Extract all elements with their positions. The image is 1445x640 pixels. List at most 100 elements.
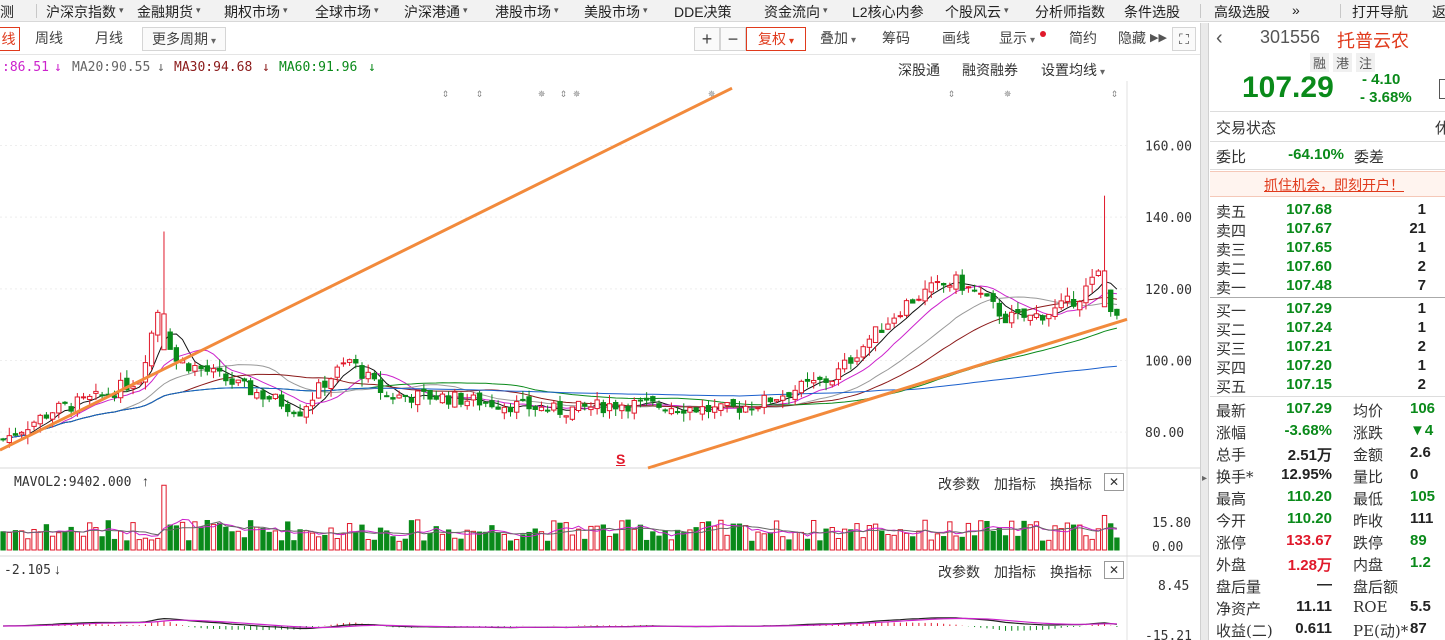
ind-add-indicator-button[interactable]: 加指标	[994, 562, 1036, 582]
chart-toggle-icon[interactable]	[1439, 79, 1445, 99]
ind-close-icon[interactable]: ✕	[1104, 561, 1124, 579]
asks-price[interactable]: 107.60	[1270, 258, 1332, 275]
candle-body	[786, 392, 792, 398]
stat-label: ROE	[1353, 598, 1388, 616]
event-marker-icon[interactable]: ⇕	[560, 86, 567, 100]
nav-item-6[interactable]: 港股市场	[495, 2, 551, 21]
bids-price[interactable]: 107.24	[1270, 319, 1332, 336]
volume-bar	[247, 520, 254, 551]
asks-price[interactable]: 107.65	[1270, 239, 1332, 256]
nav-item-8[interactable]: DDE决策	[674, 2, 732, 21]
nav-item-17[interactable]: 返	[1432, 2, 1445, 21]
nav-item-7[interactable]: 美股市场	[584, 2, 640, 21]
back-icon[interactable]: ‹	[1216, 27, 1223, 50]
panel-splitter[interactable]: ▸	[1200, 23, 1209, 640]
asks-price[interactable]: 107.68	[1270, 201, 1332, 218]
nav-item-13[interactable]: 条件选股	[1124, 2, 1180, 21]
nav-item-2[interactable]: 金融期货	[137, 2, 193, 21]
candle-body	[718, 403, 724, 411]
sell-signal-marker[interactable]: S	[616, 451, 625, 467]
bids-price[interactable]: 107.29	[1270, 300, 1332, 317]
volume-bar	[928, 539, 934, 551]
volume-bar	[736, 523, 743, 551]
volume-bar	[854, 523, 860, 551]
nav-item-4[interactable]: 全球市场	[315, 2, 371, 21]
candle-body	[433, 395, 439, 400]
volume-bar	[1015, 535, 1021, 551]
open-account-link[interactable]: 抓住机会，即刻开户！	[1264, 175, 1404, 195]
volume-bar	[606, 535, 613, 551]
candle-body	[860, 346, 866, 358]
vol-close-icon[interactable]: ✕	[1104, 473, 1124, 491]
nav-item-0[interactable]: 测	[0, 2, 14, 21]
event-marker-icon[interactable]: ✵	[1004, 86, 1012, 100]
stat-label: 外盘	[1216, 556, 1247, 574]
event-marker-icon[interactable]: ⇕	[442, 86, 449, 100]
candle-body	[309, 399, 316, 407]
ind-switch-indicator-button[interactable]: 换指标	[1050, 562, 1092, 582]
tag-hk-connect: 港	[1333, 53, 1353, 72]
event-marker-icon[interactable]: ✵	[708, 86, 716, 100]
event-marker-icon[interactable]: ✵	[573, 86, 581, 100]
nav-dropdown-arrow-icon: ▾	[463, 5, 468, 15]
event-marker-icon[interactable]: ⇕	[1111, 86, 1118, 100]
ind-change-params-button[interactable]: 改参数	[938, 562, 980, 582]
asks-volume: 1	[1417, 201, 1426, 218]
nav-item-5[interactable]: 沪深港通	[404, 2, 460, 21]
vol-change-params-button[interactable]: 改参数	[938, 474, 980, 494]
event-marker-icon[interactable]: ✵	[538, 86, 546, 100]
nav-item-9[interactable]: 资金流向	[764, 2, 820, 21]
stat-label: 今开	[1216, 512, 1247, 530]
candle-body	[37, 414, 43, 425]
candle-body	[953, 274, 959, 290]
volume-bar	[643, 539, 650, 551]
candle-body	[681, 410, 687, 414]
volume-bar	[835, 537, 842, 551]
nav-item-15[interactable]: »	[1292, 2, 1300, 18]
nav-item-1[interactable]: 沪深京指数	[46, 2, 116, 21]
event-marker-icon[interactable]: ⇕	[476, 86, 483, 100]
candle-body	[1027, 314, 1033, 321]
nav-item-3[interactable]: 期权市场	[224, 2, 280, 21]
stat-label: 昨收	[1353, 512, 1384, 530]
y-axis-label: 140.00	[1145, 211, 1192, 226]
asks-price[interactable]: 107.48	[1270, 277, 1332, 294]
bids-price[interactable]: 107.20	[1270, 357, 1332, 374]
candle-body	[569, 406, 576, 420]
collapse-arrow-icon[interactable]: ▸	[1202, 473, 1207, 484]
vol-switch-indicator-button[interactable]: 换指标	[1050, 474, 1092, 494]
trend-line-upper	[0, 86, 733, 452]
bids-price[interactable]: 107.21	[1270, 338, 1332, 355]
nav-item-10[interactable]: L2核心内参	[852, 2, 924, 21]
nav-item-16[interactable]: 打开导航	[1352, 2, 1408, 21]
asks-label: 卖四	[1216, 222, 1247, 240]
event-marker-icon[interactable]: ⇕	[948, 86, 955, 100]
bids-price[interactable]: 107.15	[1270, 376, 1332, 393]
nav-item-11[interactable]: 个股风云	[945, 2, 1001, 21]
candle-body	[557, 400, 563, 415]
stat-value: 87	[1410, 620, 1427, 637]
volume-bar	[483, 531, 489, 551]
candle-body	[495, 406, 501, 410]
candle-body	[43, 414, 50, 419]
bids-volume: 1	[1417, 319, 1426, 336]
candle-body	[971, 289, 978, 292]
volume-bar	[520, 534, 526, 551]
nav-item-14[interactable]: 高级选股	[1214, 2, 1270, 21]
y-axis-label: 160.00	[1145, 140, 1192, 155]
candle-body	[87, 395, 93, 400]
volume-bar	[786, 539, 792, 551]
open-account-banner[interactable]: 抓住机会，即刻开户！	[1210, 171, 1445, 197]
weicha-label: 委差	[1354, 148, 1385, 166]
vol-add-indicator-button[interactable]: 加指标	[994, 474, 1036, 494]
candle-body	[656, 403, 662, 408]
asks-price[interactable]: 107.67	[1270, 220, 1332, 237]
volume-bar	[804, 538, 811, 551]
nav-item-12[interactable]: 分析师指数	[1035, 2, 1105, 21]
candle-body	[693, 407, 699, 413]
candle-body	[699, 406, 705, 415]
price-chart[interactable]: 160.00 140.00 120.00 100.00 80.00 15.80 0.00 8.…	[0, 23, 1200, 640]
candle-body	[247, 380, 254, 396]
bids-label: 买三	[1216, 340, 1247, 358]
volume-bar	[792, 531, 798, 551]
